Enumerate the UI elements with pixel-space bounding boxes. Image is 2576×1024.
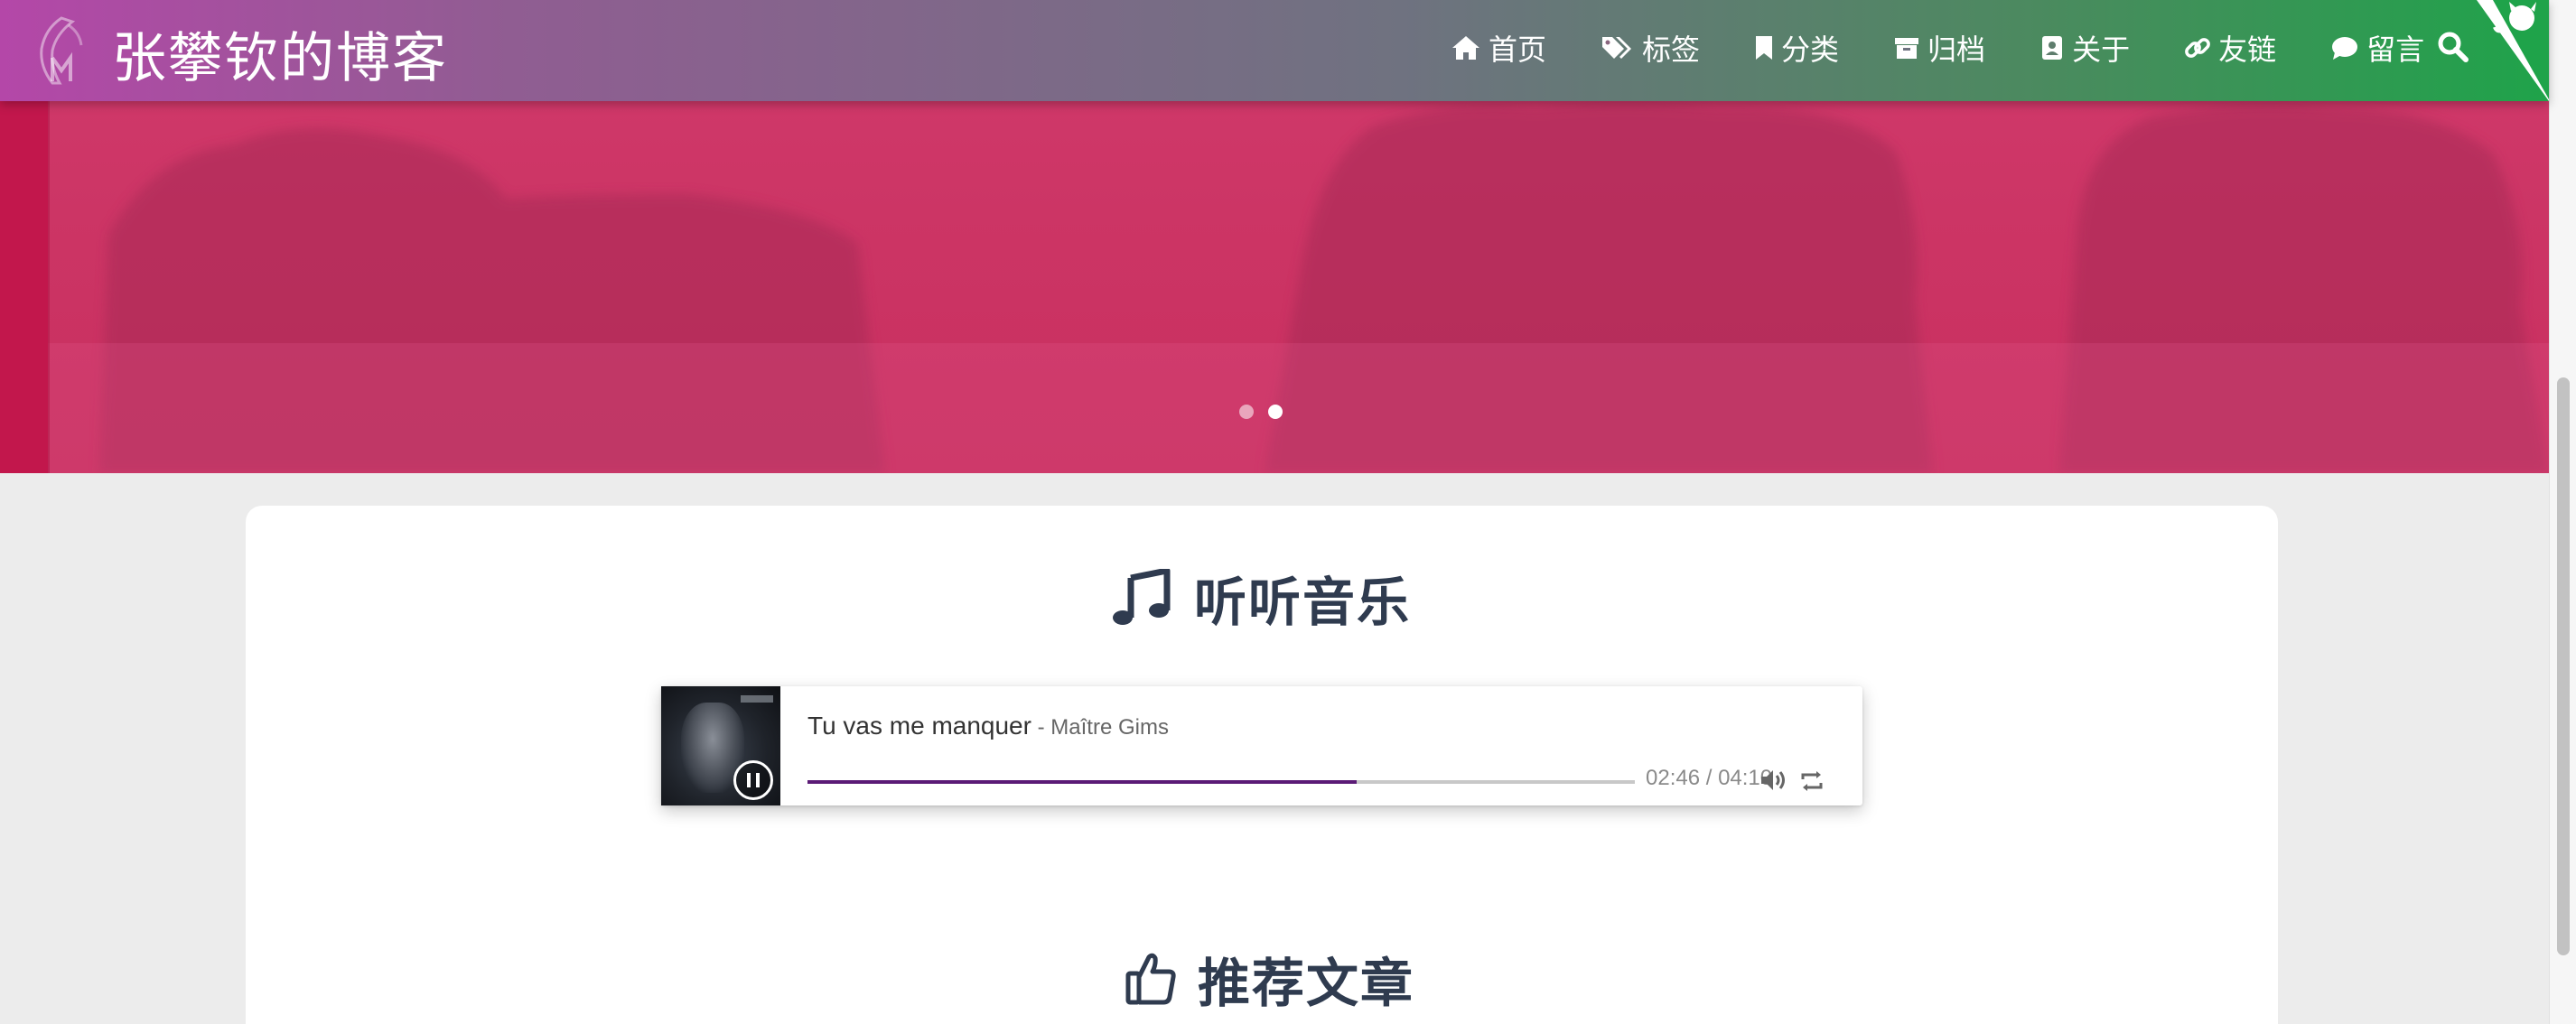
song-title: Tu vas me manquer	[807, 712, 1031, 740]
nav-item-categories[interactable]: 分类	[1754, 27, 1839, 69]
carousel-indicators	[1239, 405, 1283, 419]
loop-icon[interactable]	[1799, 769, 1825, 793]
nav-item-label: 留言	[2366, 33, 2425, 66]
progress-bar-fill	[807, 780, 1358, 784]
pause-button[interactable]	[733, 760, 773, 800]
nav-item-label: 友链	[2218, 33, 2277, 66]
archive-icon	[1895, 38, 1919, 59]
album-cover[interactable]	[661, 686, 780, 805]
tags-icon	[1602, 37, 1632, 59]
nav-item-tags[interactable]: 标签	[1601, 27, 1700, 69]
nav-item-label: 标签	[1642, 33, 1701, 66]
site-logo-icon[interactable]	[25, 13, 89, 88]
nav-item-label: 分类	[1781, 33, 1840, 66]
song-info: Tu vas me manquer - Maître Gims	[807, 712, 1169, 740]
music-section-title: 听听音乐	[1111, 560, 1411, 636]
nav-item-archive[interactable]: 归档	[1893, 27, 1985, 69]
nav-item-label: 归档	[1927, 33, 1986, 66]
music-section-label: 听听音乐	[1194, 573, 1412, 632]
music-icon	[1113, 569, 1171, 625]
nav-item-label: 关于	[2072, 33, 2131, 66]
recommended-section-label: 推荐文章	[1198, 954, 1415, 1013]
scrollbar-thumb[interactable]	[2557, 377, 2570, 955]
content-card: 听听音乐 Tu vas me manquer - Maître Gims 02:…	[246, 506, 2278, 1024]
nav-item-links[interactable]: 友链	[2184, 27, 2276, 69]
address-card-icon	[2042, 36, 2063, 60]
top-navbar: 张攀钦的博客 首页 标签 分类 归档 关于 友链 留言	[0, 0, 2549, 101]
playback-time: 02:46 / 04:10	[1646, 766, 1773, 790]
nav-item-label: 首页	[1489, 33, 1547, 66]
home-icon	[1452, 36, 1479, 60]
thumbs-up-icon	[1125, 953, 1176, 1005]
recommended-section-title: 推荐文章	[1125, 941, 1414, 1017]
album-art-label	[741, 695, 773, 703]
pause-icon-bar-left	[747, 773, 751, 787]
github-octocat-icon[interactable]	[2477, 0, 2549, 101]
comment-icon	[2332, 37, 2358, 60]
nav-item-guestbook[interactable]: 留言	[2330, 27, 2424, 69]
volume-icon[interactable]	[1759, 768, 1788, 793]
progress-bar[interactable]	[807, 780, 1635, 784]
page-scrollbar[interactable]	[2549, 0, 2576, 1024]
song-artist: - Maître Gims	[1031, 715, 1169, 740]
music-player: Tu vas me manquer - Maître Gims 02:46 / …	[661, 686, 1862, 805]
pause-icon-bar-right	[756, 773, 760, 787]
carousel-dot-1[interactable]	[1239, 405, 1254, 419]
link-icon	[2185, 38, 2210, 58]
site-brand[interactable]: 张攀钦的博客	[112, 14, 448, 93]
bookmark-icon	[1756, 36, 1773, 60]
carousel-dot-2[interactable]	[1268, 405, 1283, 419]
nav-item-home[interactable]: 首页	[1451, 27, 1546, 69]
nav-item-about[interactable]: 关于	[2039, 27, 2130, 69]
nav-menu: 首页 标签 分类 归档 关于 友链 留言	[1451, 27, 2478, 69]
search-icon[interactable]	[2437, 31, 2469, 63]
